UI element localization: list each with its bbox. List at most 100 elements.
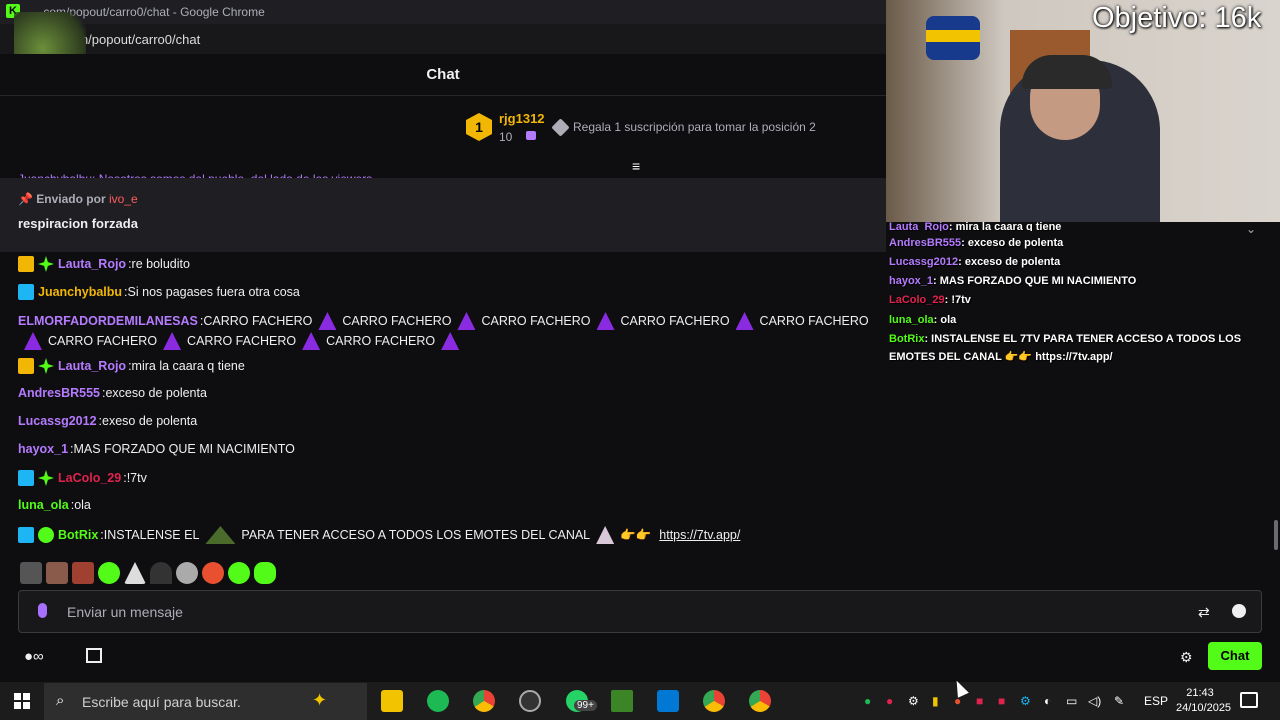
message-text: Si nos pagases fuera otra cosa (127, 285, 300, 299)
gear-icon[interactable]: ⚙ (1180, 649, 1193, 666)
network-icon[interactable]: ▭ (1066, 694, 1077, 708)
tray-icon[interactable]: ● (886, 694, 893, 708)
chrome-profile-icon[interactable] (703, 690, 725, 712)
message-username[interactable]: luna_ola (18, 498, 69, 512)
message-text: CARRO FACHERO (203, 314, 313, 328)
message-username[interactable]: Lauta_Rojo (58, 359, 126, 373)
emote-icon[interactable] (72, 562, 94, 584)
store-app-icon[interactable] (657, 690, 679, 712)
overlay-username: AndresBR555 (889, 237, 962, 249)
tray-icon[interactable]: ■ (976, 694, 983, 708)
language-indicator[interactable]: ESP (1144, 694, 1168, 708)
emote-icon (24, 332, 42, 350)
tray-icon[interactable]: ◐ (1044, 694, 1051, 708)
leaderboard-note: Regala 1 suscripción para tomar la posic… (551, 117, 816, 137)
message-text: exeso de polenta (102, 414, 198, 428)
gift-diamond-icon (551, 117, 570, 137)
message-username[interactable]: Juanchybalbu (38, 285, 122, 299)
message-username[interactable]: AndresBR555 (18, 386, 100, 400)
emote-icon[interactable] (176, 562, 198, 584)
notification-badge: 99+ (574, 700, 597, 711)
translate-icon[interactable]: ⇄ (1198, 604, 1210, 621)
overlay-chat-line: hayox_1: MAS FORZADO QUE MI NACIMIENTO (889, 275, 1136, 287)
subscriber-badge-icon (18, 284, 34, 300)
tray-icon[interactable]: ⚙ (1020, 694, 1031, 708)
tray-icon[interactable]: ⚙ (908, 694, 919, 708)
windows-start-icon[interactable] (14, 693, 30, 709)
overlay-text: EMOTES DEL CANAL (889, 351, 1002, 363)
scrollbar[interactable] (1274, 520, 1278, 550)
window-titlebar: .com/popout/carro0/chat - Google Chrome (0, 0, 886, 24)
pinned-message[interactable] (0, 178, 886, 252)
message-username[interactable]: hayox_1 (18, 442, 68, 456)
clock-date: 24/10/2025 (1176, 702, 1232, 714)
message-text: CARRO FACHERO (342, 314, 452, 328)
emote-icon[interactable] (20, 562, 42, 584)
message-username[interactable]: Lucassg2012 (18, 414, 97, 428)
clock-time: 21:43 (1186, 687, 1214, 699)
message-username[interactable]: BotRix (58, 528, 98, 542)
obs-icon[interactable] (519, 690, 541, 712)
chrome-profile-icon[interactable] (749, 690, 771, 712)
pinned-by[interactable]: ivo_e (109, 192, 138, 206)
emote-icon[interactable] (254, 562, 276, 584)
chat-message: Lauta_Rojo: mira la caara q tiene (18, 358, 245, 374)
file-explorer-icon[interactable] (381, 690, 403, 712)
tray-icon[interactable]: ▮ (932, 694, 939, 708)
pen-icon[interactable]: ✎ (1114, 694, 1124, 708)
message-text: mira la caara q tiene (131, 359, 245, 373)
emote-icon[interactable] (98, 562, 120, 584)
emote-icon (163, 332, 182, 350)
message-username[interactable]: Lauta_Rojo (58, 257, 126, 271)
message-input[interactable]: Enviar un mensaje (18, 590, 1262, 633)
message-link[interactable]: https://7tv.app/ (659, 528, 740, 542)
message-text: CARRO FACHERO (326, 334, 436, 348)
message-text: CARRO FACHERO (620, 314, 730, 328)
spotify-icon[interactable] (427, 690, 449, 712)
minecraft-icon[interactable] (611, 690, 633, 712)
expand-icon[interactable]: ≡ (632, 158, 640, 174)
leader-name[interactable]: rjg1312 (499, 111, 545, 126)
store-icon[interactable] (86, 648, 102, 663)
infinity-icon[interactable]: ●∞ (24, 648, 44, 665)
clock[interactable]: 21:43 24/10/2025 (1176, 686, 1232, 716)
spotify-tray-icon[interactable]: ● (864, 694, 871, 708)
overlay-username: BotRix (889, 333, 925, 345)
overlay-chat-line: LaColo_29: !7tv (889, 294, 971, 306)
emote-icon[interactable] (228, 562, 250, 584)
emote-icon[interactable] (46, 562, 68, 584)
chat-message: BotRix: INSTALENSE EL PARA TENER ACCESO … (18, 526, 740, 544)
pinned-label-prefix: Enviado por (36, 192, 106, 206)
chrome-icon[interactable] (473, 690, 495, 712)
mic-icon[interactable] (38, 603, 47, 618)
leaderboard-note-text: Regala 1 suscripción para tomar la posic… (573, 120, 816, 134)
overlay-username: hayox_1 (889, 275, 934, 287)
message-username[interactable]: LaColo_29 (58, 471, 121, 485)
sparkle-icon[interactable]: ✦ (312, 690, 327, 711)
message-text: PARA TENER ACCESO A TODOS LOS EMOTES DEL… (241, 528, 591, 542)
message-text: ola (74, 498, 91, 512)
message-username[interactable]: ELMORFADORDEMILANESAS (18, 314, 198, 328)
pinned-text: respiracion forzada (18, 216, 138, 231)
notification-center-icon[interactable] (1240, 692, 1258, 708)
overlay-chat-line: AndresBR555: exceso de polenta (889, 237, 1063, 249)
emote-icon (318, 312, 337, 330)
chat-send-button[interactable]: Chat (1208, 642, 1262, 670)
volume-icon[interactable]: ◁) (1088, 694, 1101, 708)
search-icon: ⌕ (56, 692, 65, 709)
emoji-icon[interactable] (1232, 604, 1246, 618)
address-bar[interactable]: .com/popout/carro0/chat (0, 24, 886, 54)
tray-icon[interactable]: ■ (998, 694, 1005, 708)
overlay-username: luna_ola (889, 314, 934, 326)
chat-message: AndresBR555: exceso de polenta (18, 386, 207, 400)
emote-icon[interactable] (150, 562, 172, 584)
chat-title: Chat (426, 66, 460, 83)
emote-icon[interactable] (124, 562, 146, 584)
subscriber-badge-icon (18, 527, 34, 543)
webcam-hat (1022, 55, 1112, 89)
og-badge-icon (38, 470, 54, 486)
overlay-chat-line: luna_ola: ola (889, 314, 956, 326)
emote-icon[interactable] (202, 562, 224, 584)
overlay-text: : exceso de polenta (961, 237, 1064, 249)
message-text: INSTALENSE EL (103, 528, 200, 542)
